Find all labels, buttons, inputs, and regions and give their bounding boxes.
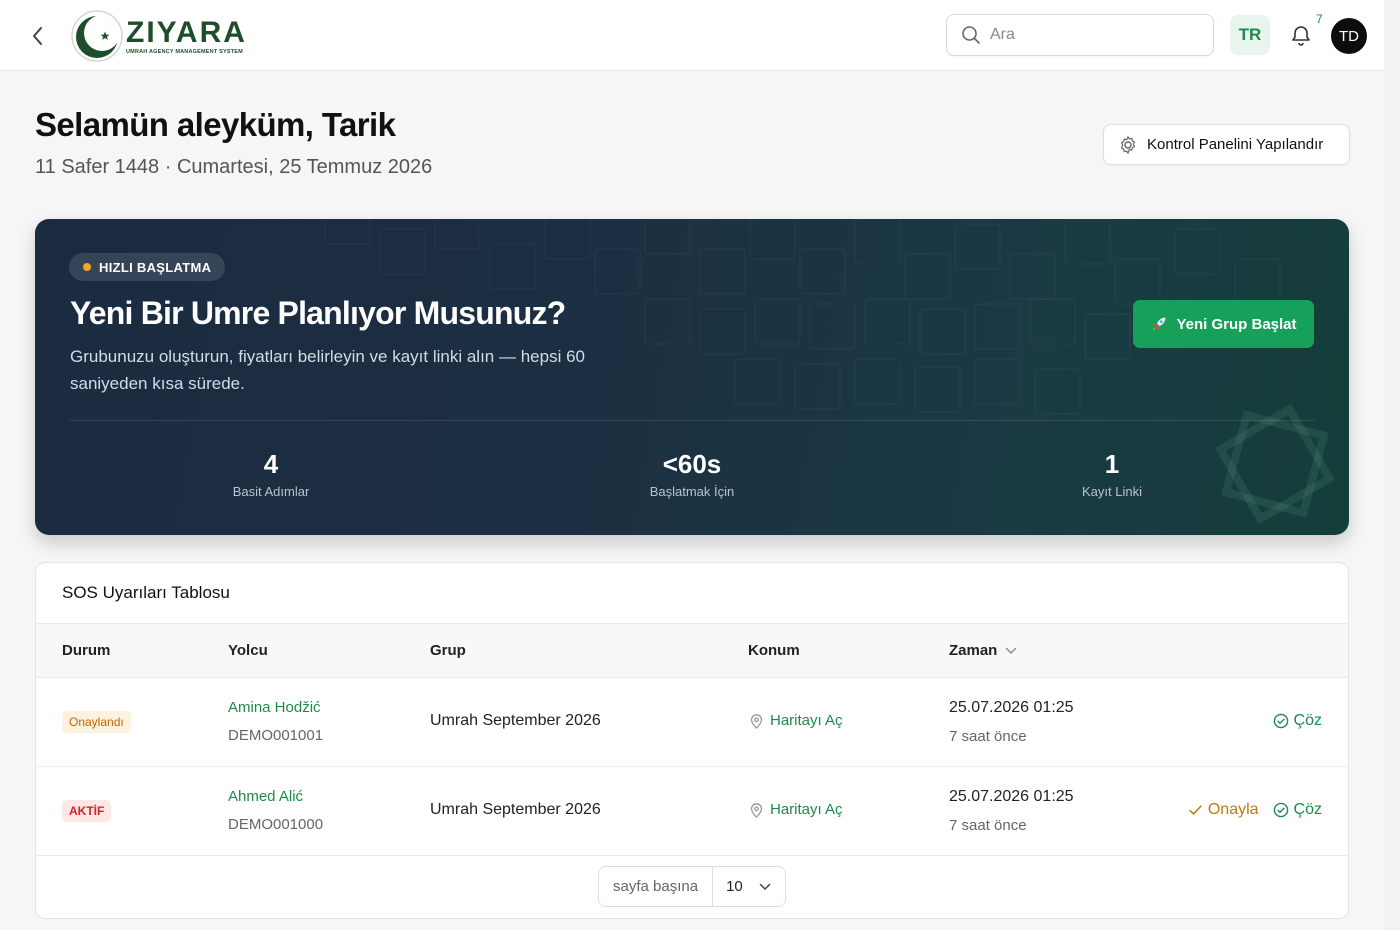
page-size-label: sayfa başına xyxy=(599,867,714,906)
alert-datetime: 25.07.2026 01:25 xyxy=(949,699,1074,716)
map-pin-icon xyxy=(750,802,763,818)
sos-table-title: SOS Uyarıları Tablosu xyxy=(62,583,230,602)
new-group-button-label: Yeni Grup Başlat xyxy=(1176,315,1297,333)
open-map-link[interactable]: Haritayı Aç xyxy=(749,801,843,818)
new-group-button[interactable]: Yeni Grup Başlat xyxy=(1133,300,1314,348)
check-circle-icon xyxy=(1273,713,1288,729)
page-title: Selamün aleyküm, Tarik xyxy=(35,106,396,143)
resolve-label: Çöz xyxy=(1293,801,1322,818)
column-passenger: Yolcu xyxy=(228,642,268,659)
scrollbar-track[interactable] xyxy=(1384,0,1400,930)
open-map-label: Haritayı Aç xyxy=(770,712,843,729)
brand-name: ZIYARA xyxy=(126,15,247,49)
brand-tagline: UMRAH AGENCY MANAGEMENT SYSTEM xyxy=(126,48,243,55)
user-avatar[interactable]: TD xyxy=(1331,18,1367,54)
alert-relative-time: 7 saat önce xyxy=(949,728,1027,745)
language-switcher[interactable]: TR xyxy=(1230,15,1270,55)
sos-alerts-card: SOS Uyarıları Tablosu Durum Yolcu Grup K… xyxy=(35,562,1349,919)
quick-start-badge: HIZLI BAŞLATMA xyxy=(69,253,226,281)
star-pattern-decoration xyxy=(1214,403,1336,525)
brand-logo[interactable]: ZIYARA UMRAH AGENCY MANAGEMENT SYSTEM xyxy=(70,9,247,63)
group-name: Umrah September 2026 xyxy=(430,801,601,818)
chevron-down-icon xyxy=(1006,647,1017,654)
approve-label: Onayla xyxy=(1207,801,1259,818)
search-box[interactable] xyxy=(946,14,1214,56)
alert-relative-time: 7 saat önce xyxy=(949,817,1027,834)
stat-label: Basit Adımlar xyxy=(232,484,310,499)
stat-launch-time: <60s Başlatmak İçin xyxy=(592,449,792,499)
table-row: Onaylandı Amina Hodžić DEMO001001 Umrah … xyxy=(36,678,1348,767)
table-header: Durum Yolcu Grup Konum Zaman xyxy=(36,623,1348,678)
passenger-id: DEMO001000 xyxy=(228,816,324,833)
quick-start-banner: HIZLI BAŞLATMA Yeni Bir Umre Planlıyor M… xyxy=(35,219,1349,535)
gear-icon xyxy=(1121,135,1135,154)
hero-title: Yeni Bir Umre Planlıyor Musunuz? xyxy=(70,295,566,331)
chevron-left-icon xyxy=(33,27,42,45)
column-time-sort[interactable]: Zaman xyxy=(949,642,1017,659)
hero-description: Grubunuzu oluşturun, fiyatları belirleyi… xyxy=(70,347,585,393)
hero-divider xyxy=(70,420,1314,421)
map-pin-icon xyxy=(750,713,763,729)
check-circle-icon xyxy=(1273,802,1288,818)
status-badge: Onaylandı xyxy=(62,711,131,733)
rocket-icon xyxy=(1152,317,1166,331)
crescent-star-logo-icon xyxy=(71,10,123,62)
back-button[interactable] xyxy=(22,20,54,52)
stat-registration-link: 1 Kayıt Linki xyxy=(1012,449,1212,499)
search-input[interactable] xyxy=(990,26,1190,44)
status-dot-icon xyxy=(83,263,91,271)
approve-button[interactable]: Onayla xyxy=(1188,801,1259,819)
notification-count: 7 xyxy=(1316,12,1323,26)
stat-value: <60s xyxy=(662,449,722,479)
stat-label: Başlatmak İçin xyxy=(649,484,735,499)
resolve-button[interactable]: Çöz xyxy=(1273,801,1322,819)
stat-value: 1 xyxy=(1104,449,1120,479)
column-location: Konum xyxy=(748,642,800,659)
stat-label: Kayıt Linki xyxy=(1082,484,1142,499)
column-status: Durum xyxy=(62,642,111,659)
open-map-link[interactable]: Haritayı Aç xyxy=(749,712,843,729)
passenger-id: DEMO001001 xyxy=(228,727,324,744)
quick-start-badge-label: HIZLI BAŞLATMA xyxy=(99,259,212,275)
date-subtitle: 11 Safer 1448 · Cumartesi, 25 Temmuz 202… xyxy=(35,156,433,178)
column-group: Grup xyxy=(430,642,466,659)
stat-value: 4 xyxy=(263,449,279,479)
configure-dashboard-button[interactable]: Kontrol Panelini Yapılandır xyxy=(1103,124,1350,165)
resolve-button[interactable]: Çöz xyxy=(1273,712,1322,730)
brand-wordmark: ZIYARA UMRAH AGENCY MANAGEMENT SYSTEM xyxy=(126,15,247,55)
bell-icon xyxy=(1292,26,1310,46)
alert-datetime: 25.07.2026 01:25 xyxy=(949,788,1074,805)
status-badge: AKTİF xyxy=(62,800,112,822)
check-icon xyxy=(1189,805,1202,815)
page-size-value: 10 xyxy=(726,878,743,895)
configure-dashboard-label: Kontrol Panelini Yapılandır xyxy=(1147,136,1324,153)
page-size-control: sayfa başına 10 xyxy=(598,866,786,907)
page-size-select[interactable]: 10 xyxy=(713,867,785,906)
column-time-label: Zaman xyxy=(949,642,998,659)
search-icon xyxy=(962,26,980,44)
top-bar: ZIYARA UMRAH AGENCY MANAGEMENT SYSTEM TR… xyxy=(0,0,1384,71)
passenger-name-link[interactable]: Ahmed Alić xyxy=(228,788,323,805)
resolve-label: Çöz xyxy=(1293,712,1322,729)
notifications-button[interactable] xyxy=(1286,20,1316,50)
group-name: Umrah September 2026 xyxy=(430,712,601,729)
open-map-label: Haritayı Aç xyxy=(770,801,843,818)
chevron-down-icon xyxy=(759,883,770,890)
stat-steps: 4 Basit Adımlar xyxy=(171,449,371,499)
table-row: AKTİF Ahmed Alić DEMO001000 Umrah Septem… xyxy=(36,767,1348,856)
passenger-name-link[interactable]: Amina Hodžić xyxy=(228,699,323,716)
